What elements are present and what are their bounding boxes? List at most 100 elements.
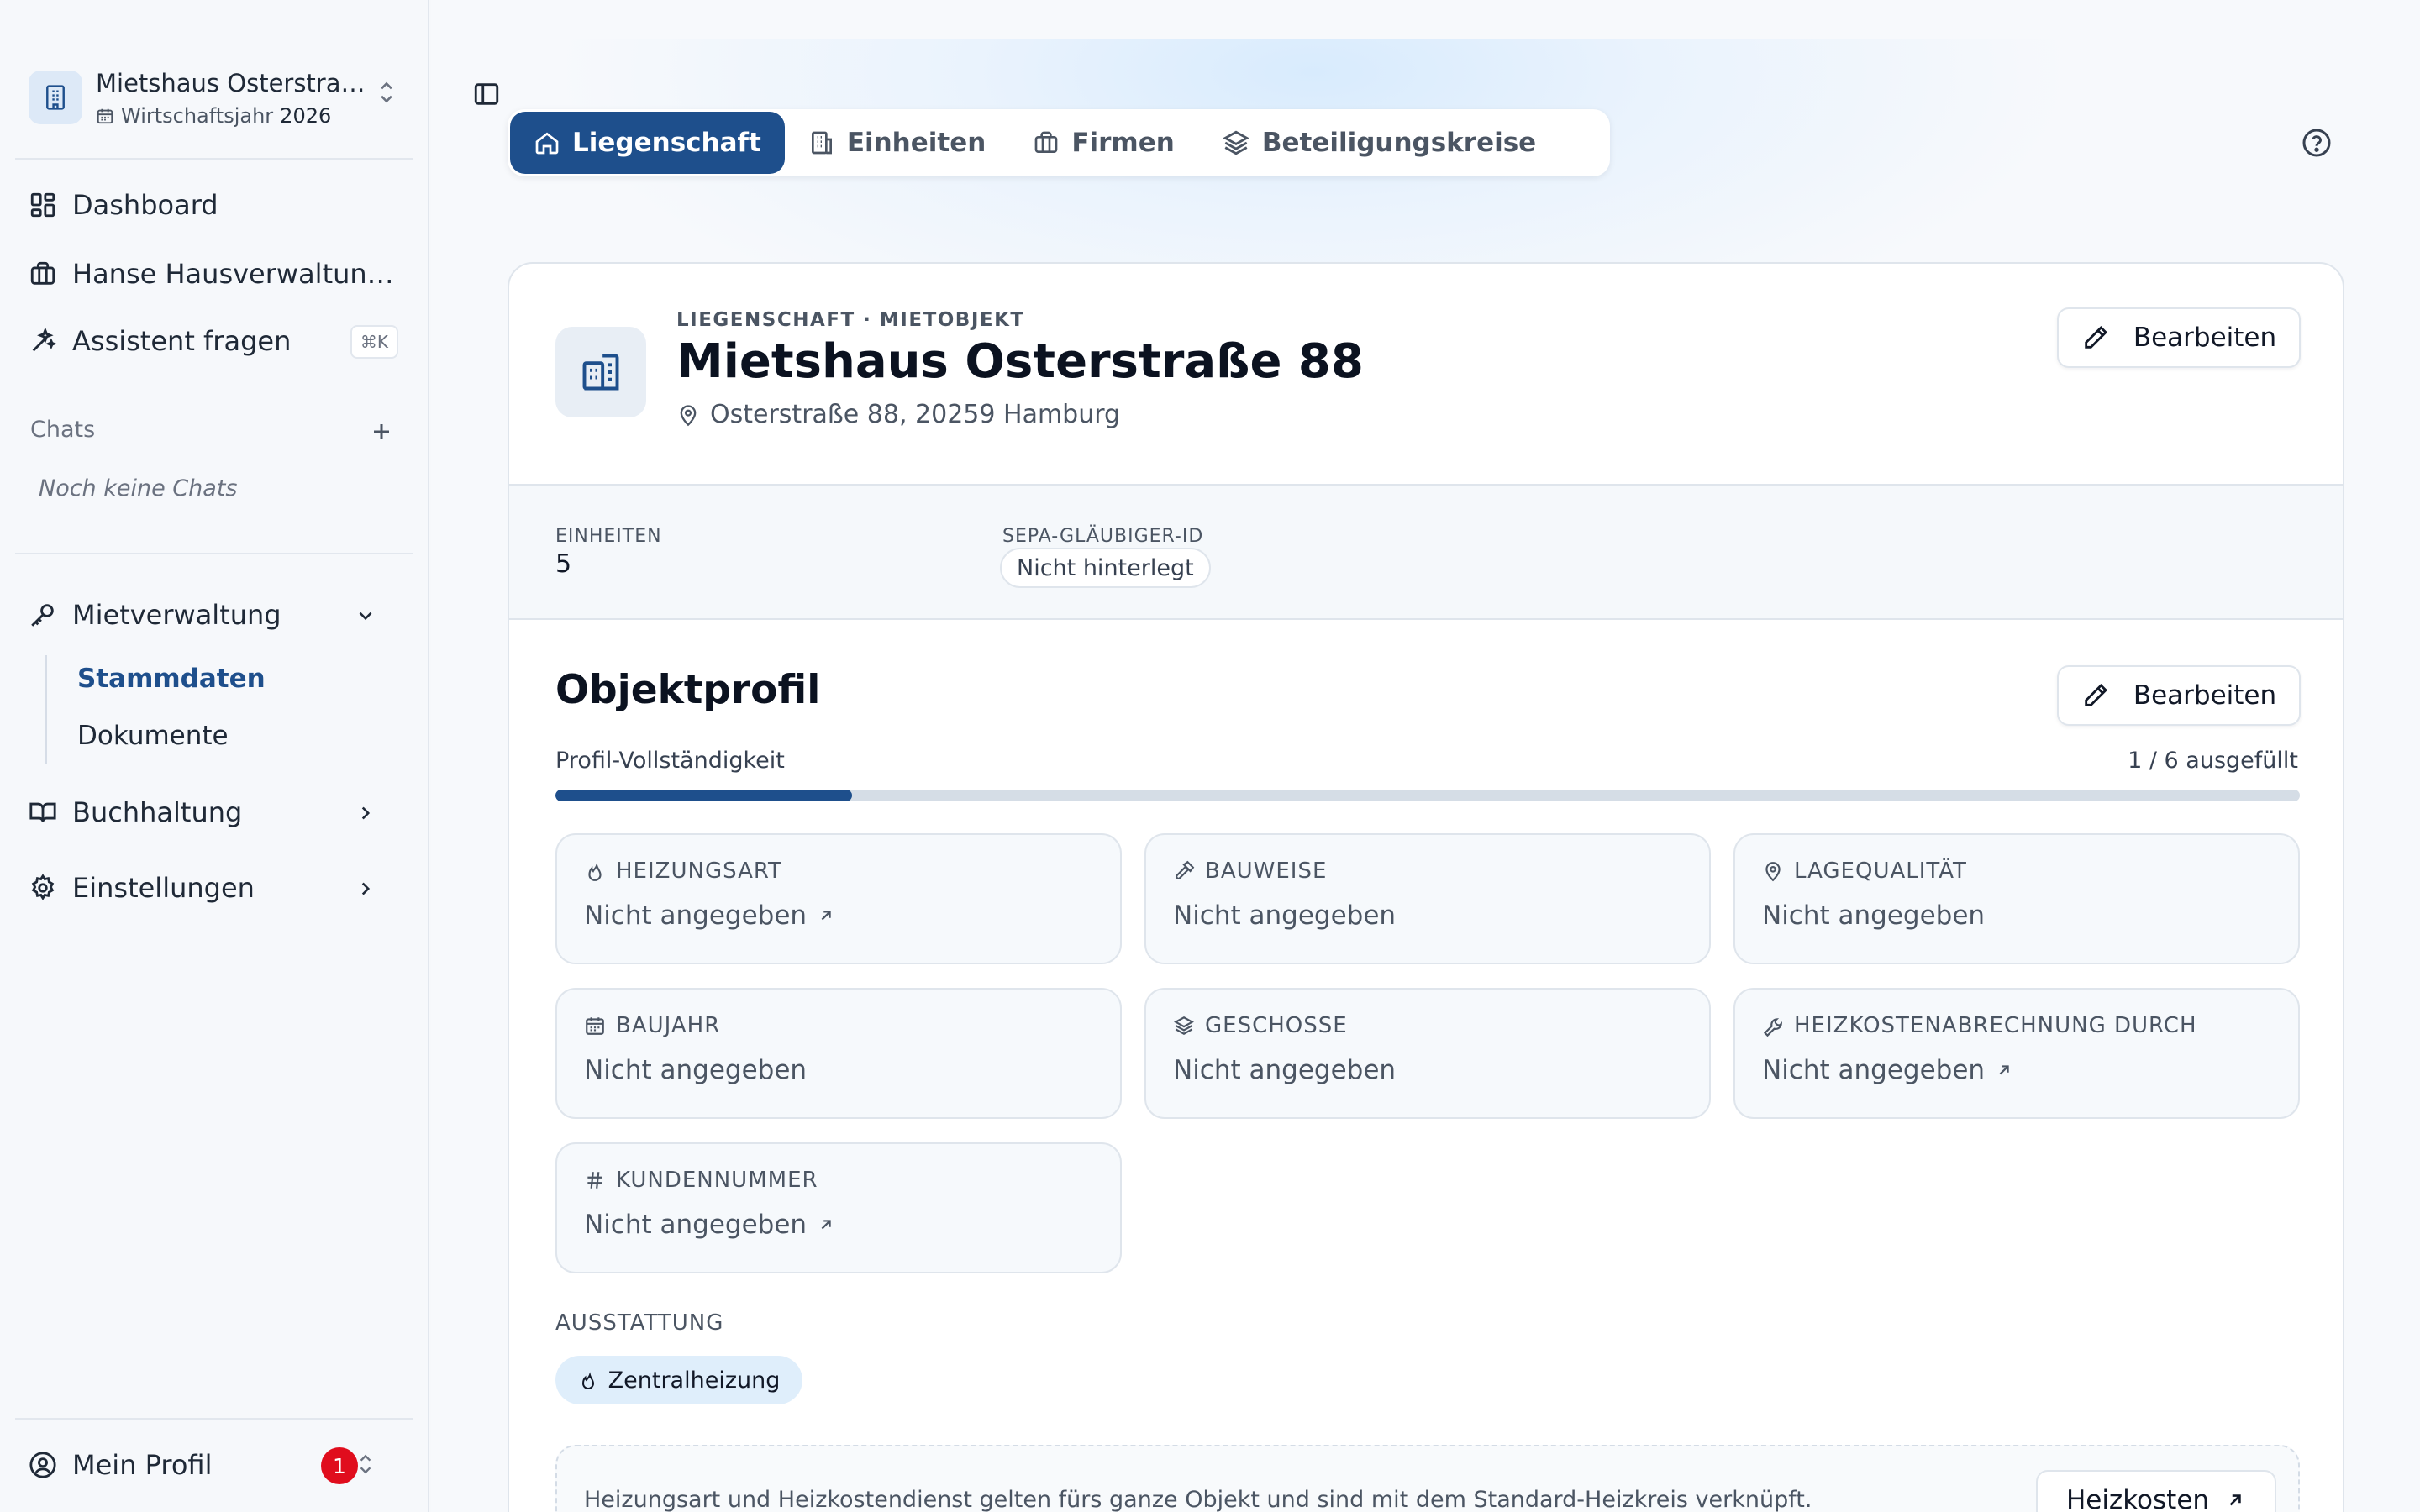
equipment-label: AUSSTATTUNG [555,1310,724,1336]
field-lagequalitaet[interactable]: LAGEQUALITÄT Nicht angegeben [1733,833,2300,964]
field-value: Nicht angegeben [1762,900,1986,931]
field-heizungsart[interactable]: HEIZUNGSART Nicht angegeben [555,833,1122,964]
field-heizkostenabrechnung[interactable]: HEIZKOSTENABRECHNUNG DURCH Nicht angegeb… [1733,988,2300,1119]
chevron-right-icon [361,806,371,820]
layers-icon [1174,1016,1194,1035]
nav-group-einstellungen[interactable]: Einstellungen [29,863,398,913]
field-value: Nicht angegeben [584,1055,808,1085]
book-open-icon [29,802,56,822]
subnav-guide [45,655,47,764]
property-address-text: Osterstraße 88, 20259 Hamburg [710,400,1121,429]
field-label: LAGEQUALITÄT [1794,858,1967,884]
tab-einheiten-label: Einheiten [846,128,986,158]
building-icon [811,131,832,155]
divider [15,1418,413,1420]
workspace-name: Mietshaus Osterstra… [96,69,366,97]
field-value: Nicht angegeben [584,1210,808,1240]
equipment-chip-label: Zentralheizung [608,1367,781,1394]
field-value: Nicht angegeben [584,900,808,931]
field-geschosse[interactable]: GESCHOSSE Nicht angegeben [1144,988,1711,1119]
edit-property-button[interactable]: Bearbeiten [2057,307,2301,368]
equipment-chip: Zentralheizung [555,1356,802,1404]
tab-einheiten[interactable]: Einheiten [785,112,1010,174]
field-value: Nicht angegeben [1173,1055,1397,1085]
profile-menu[interactable]: Mein Profil 1 [29,1440,398,1490]
subnav-dokumente[interactable]: Dokumente [77,721,229,751]
arrow-up-right-icon[interactable] [817,1215,835,1234]
gear-icon [31,874,55,900]
building-icon [29,71,82,124]
page-title: Mietshaus Osterstraße 88 [676,334,1364,389]
divider [15,553,413,554]
new-chat-plus-icon[interactable] [366,417,397,447]
field-baujahr[interactable]: BAUJAHR Nicht angegeben [555,988,1122,1119]
heizkosten-button[interactable]: Heizkosten [2036,1470,2276,1512]
fiscal-year: Wirtschaftsjahr 2026 [96,104,331,128]
edit-profile-label: Bearbeiten [2133,680,2277,711]
arrow-up-right-icon[interactable] [1995,1061,2013,1079]
user-circle-icon [29,1452,56,1478]
nav-dashboard-label: Dashboard [72,189,218,221]
field-value: Nicht angegeben [1173,900,1397,931]
field-kundennummer[interactable]: KUNDENNUMMER Nicht angegeben [555,1142,1122,1273]
tab-beteiligungskreise[interactable]: Beteiligungskreise [1198,112,1560,174]
hash-icon [587,1172,602,1189]
field-bauweise[interactable]: BAUWEISE Nicht angegeben [1144,833,1711,964]
tab-liegenschaft[interactable]: Liegenschaft [510,112,785,174]
chevron-right-icon [361,882,371,895]
nav-organization-label: Hanse Hausverwaltun… [72,258,394,290]
completeness-count: 1 / 6 ausgefüllt [2128,748,2298,774]
layers-icon [1223,130,1249,155]
nav-group-einstellungen-label: Einstellungen [72,872,255,904]
no-chats-text: Noch keine Chats [39,475,238,501]
nav-dashboard[interactable]: Dashboard [29,180,398,230]
dashboard-icon [30,192,55,218]
divider [15,158,413,160]
arrow-up-right-icon [2229,1494,2241,1506]
field-label: BAUWEISE [1205,858,1328,884]
chats-heading: Chats [30,417,96,443]
tab-firmen[interactable]: Firmen [1009,112,1198,174]
flame-icon [588,862,602,881]
help-icon[interactable] [2302,128,2332,158]
workspace-switcher[interactable]: Mietshaus Osterstra… Wirtschaftsjahr 202… [29,69,398,128]
shortcut-hint: ⌘K [350,325,398,359]
field-label: HEIZKOSTENABRECHNUNG DURCH [1794,1013,2197,1038]
field-value: Nicht angegeben [1762,1055,1986,1085]
calendar-icon [97,108,113,124]
sepa-label: SEPA-GLÄUBIGER-ID [1002,526,1204,547]
field-label: HEIZUNGSART [616,858,782,884]
field-label: KUNDENNUMMER [616,1168,818,1193]
hammer-icon [1176,860,1195,879]
tab-liegenschaft-label: Liegenschaft [572,128,761,158]
nav-group-buchhaltung-label: Buchhaltung [72,796,243,828]
units-value: 5 [555,549,572,579]
pencil-icon [2085,325,2107,349]
briefcase-icon [1034,131,1058,153]
nav-group-mietverwaltung[interactable]: Mietverwaltung [29,590,398,640]
key-icon [31,604,54,627]
field-label: BAUJAHR [616,1013,721,1038]
edit-profile-button[interactable]: Bearbeiten [2057,665,2301,726]
property-address: Osterstraße 88, 20259 Hamburg [676,400,1120,429]
subnav-stammdaten[interactable]: Stammdaten [77,664,266,694]
field-label: GESCHOSSE [1205,1013,1348,1038]
property-card: LIEGENSCHAFT · MIETOBJEKT Mietshaus Oste… [508,262,2344,1512]
map-pin-icon [1765,862,1781,882]
tab-firmen-label: Firmen [1071,128,1175,158]
nav-assistant[interactable]: Assistent fragen ⌘K [29,316,398,366]
flame-icon [581,1372,594,1390]
heizkosten-button-label: Heizkosten [2065,1485,2210,1512]
nav-group-buchhaltung[interactable]: Buchhaltung [29,787,398,837]
nav-assistant-label: Assistent fragen [72,325,292,357]
fiscal-year-label: Wirtschaftsjahr [121,104,274,128]
nav-organization[interactable]: Hanse Hausverwaltun… [29,249,398,299]
arrow-up-right-icon[interactable] [817,906,835,925]
nav-group-mietverwaltung-label: Mietverwaltung [72,599,281,631]
building-icon [555,327,646,417]
section-title: Objektprofil [555,667,821,713]
sidebar-toggle-icon[interactable] [472,80,501,108]
map-pin-icon [680,404,697,426]
pencil-icon [2085,683,2107,706]
chevron-up-down-icon [360,1454,371,1474]
